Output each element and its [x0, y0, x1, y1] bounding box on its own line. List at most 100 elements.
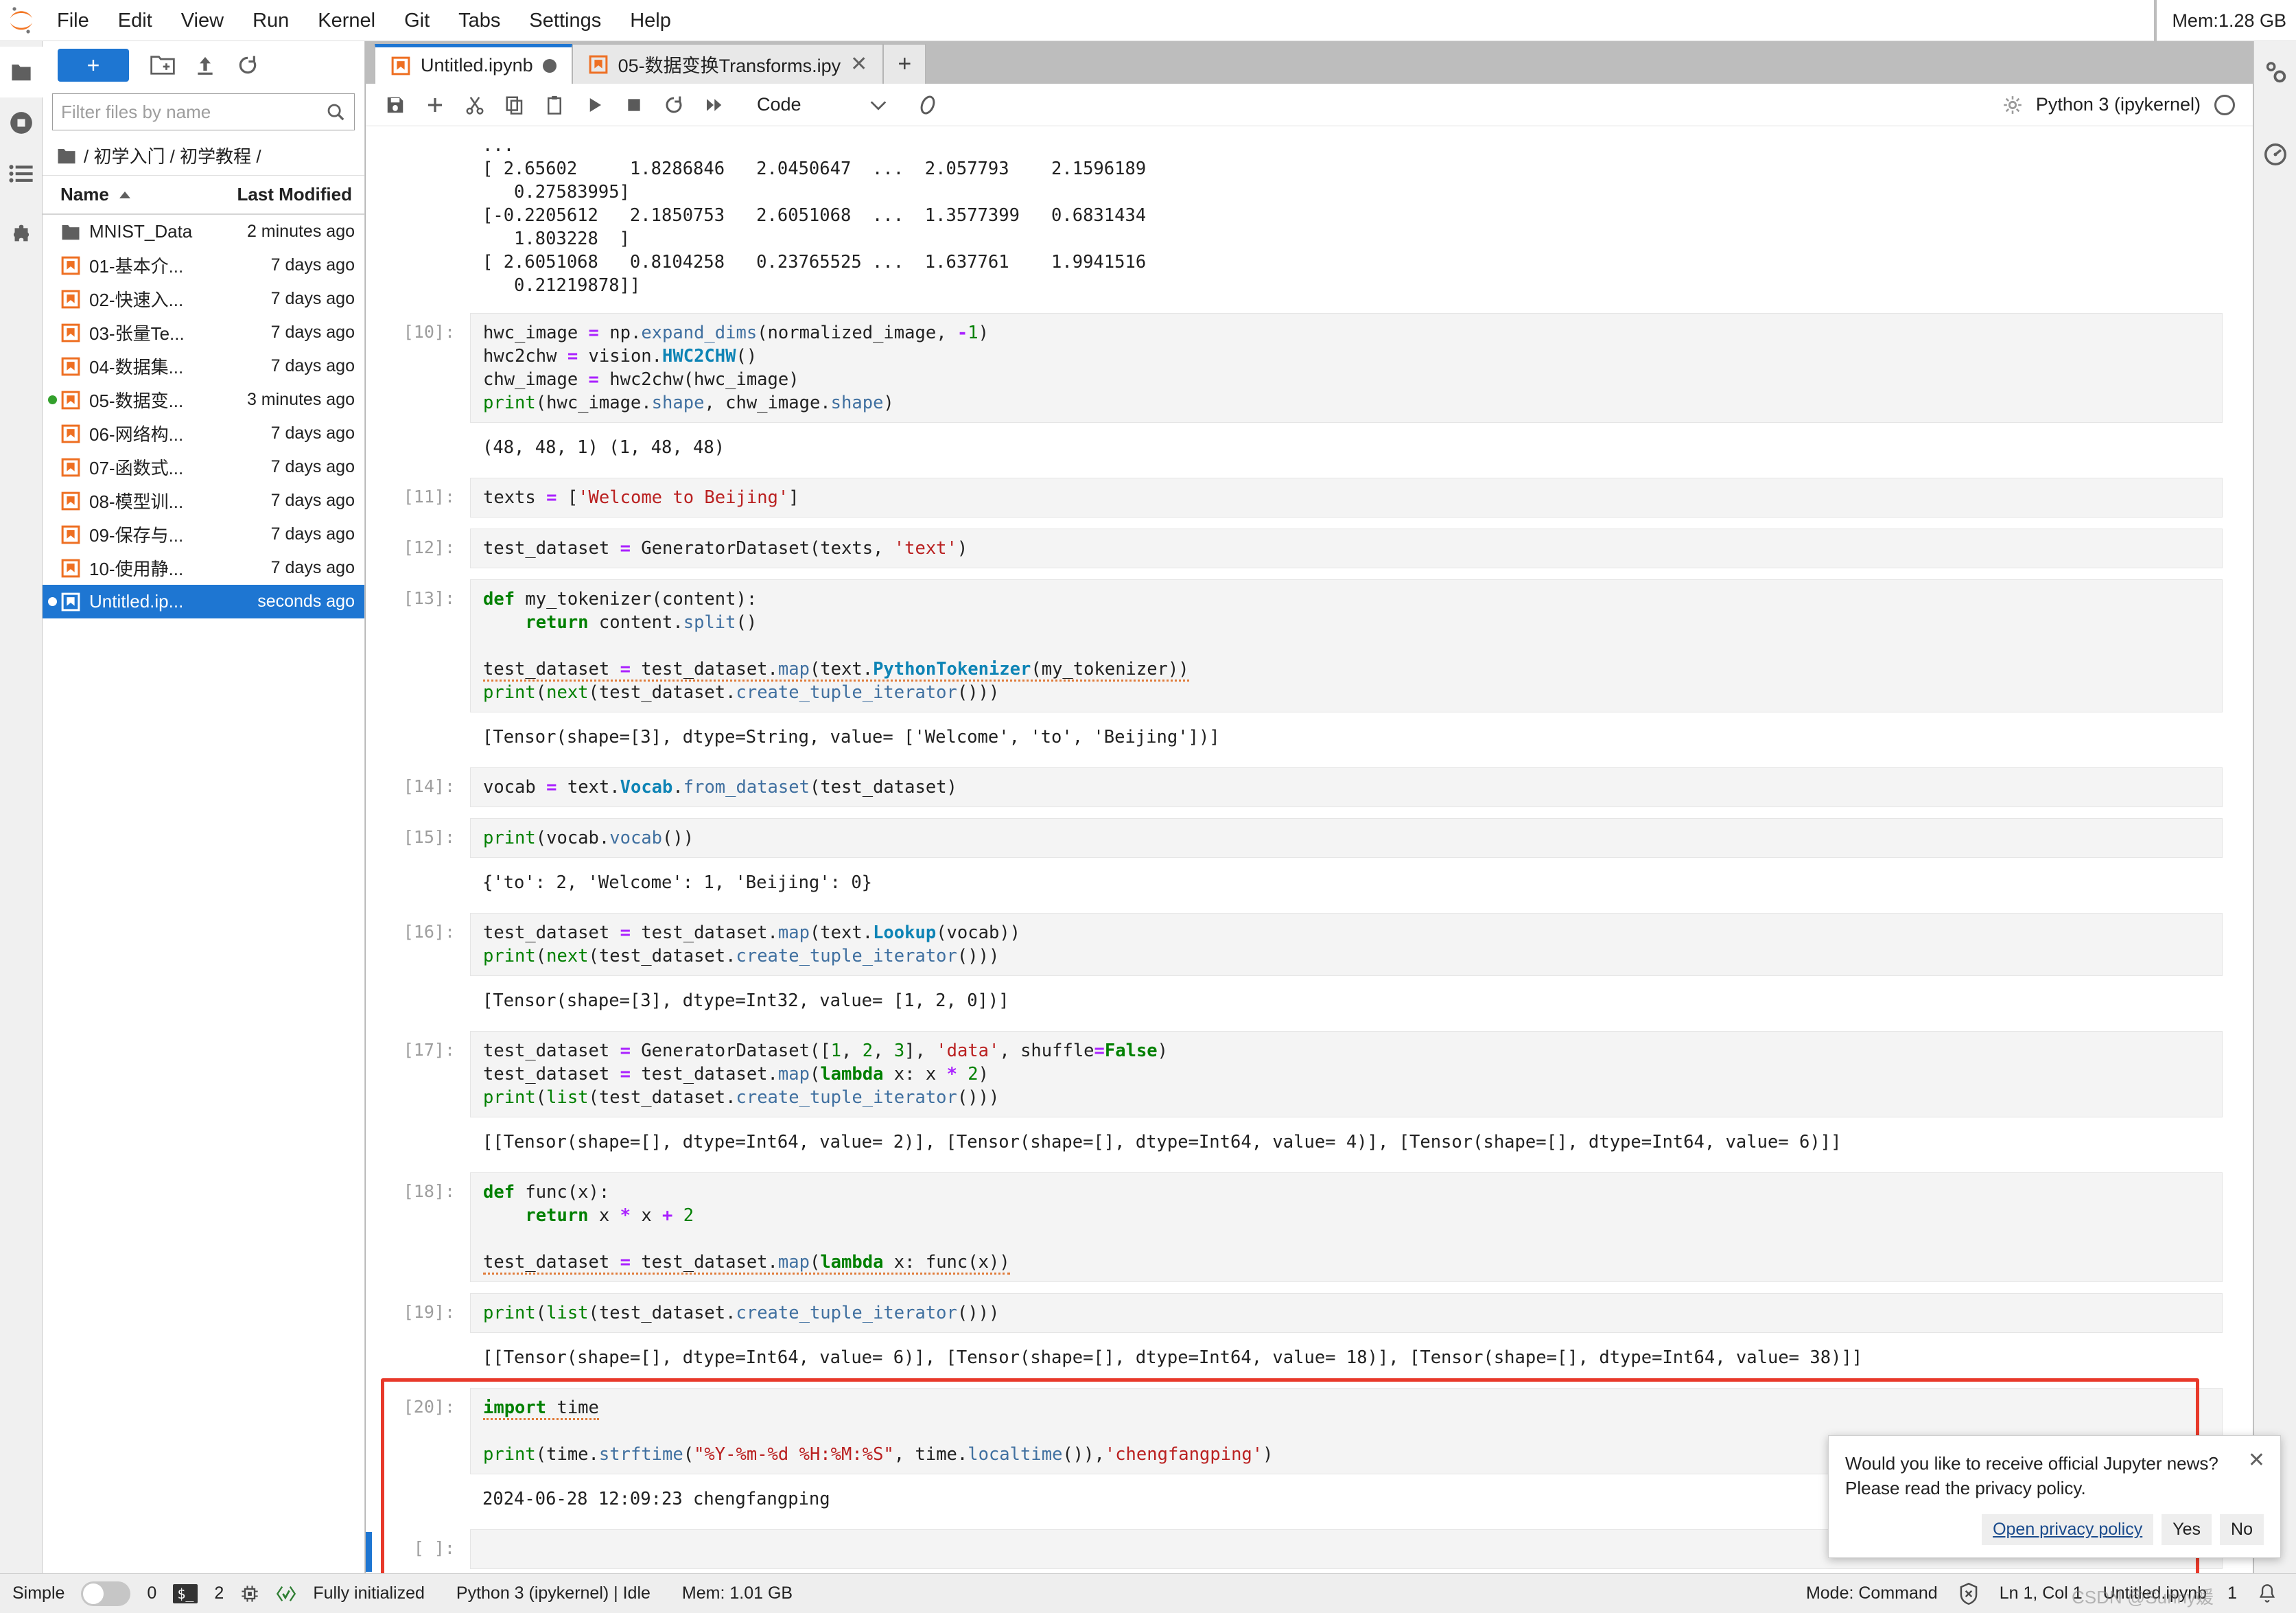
cell-input-row[interactable]: [17]: test_dataset = GeneratorDataset([1,…: [366, 1031, 2253, 1117]
restart-kernel-icon[interactable]: [654, 85, 694, 125]
file-list-item[interactable]: 05-数据变... 3 minutes ago: [43, 383, 364, 417]
search-input[interactable]: [61, 101, 325, 123]
cell-source[interactable]: texts = ['Welcome to Beijing']: [483, 486, 2210, 509]
cell-input-row[interactable]: [19]: print(list(test_dataset.create_tupl…: [366, 1293, 2253, 1333]
cell-source[interactable]: hwc_image = np.expand_dims(normalized_im…: [483, 321, 2210, 415]
mindspore-icon[interactable]: [908, 85, 948, 125]
column-header-last-modified[interactable]: Last Modified: [237, 184, 352, 205]
cell-input-row[interactable]: [10]: hwc_image = np.expand_dims(normaliz…: [366, 313, 2253, 423]
file-list-item[interactable]: 02-快速入... 7 days ago: [43, 282, 364, 316]
file-list-item[interactable]: 06-网络构... 7 days ago: [43, 417, 364, 450]
sidebar-item-file-browser[interactable]: [0, 47, 43, 97]
cell-input-row[interactable]: [13]: def my_tokenizer(content): return c…: [366, 579, 2253, 712]
cell-source[interactable]: test_dataset = GeneratorDataset(texts, '…: [483, 537, 2210, 560]
notebook-cell[interactable]: [13]: def my_tokenizer(content): return c…: [366, 579, 2253, 756]
paste-icon[interactable]: [535, 85, 574, 125]
menu-edit[interactable]: Edit: [104, 0, 167, 41]
filter-files-box[interactable]: [52, 93, 355, 130]
close-icon[interactable]: ✕: [2248, 1448, 2265, 1472]
insert-cell-icon[interactable]: [415, 85, 455, 125]
notebook-cell[interactable]: [19]: print(list(test_dataset.create_tupl…: [366, 1293, 2253, 1377]
cell-editor[interactable]: vocab = text.Vocab.from_dataset(test_dat…: [470, 767, 2223, 807]
file-list-item[interactable]: 08-模型训... 7 days ago: [43, 484, 364, 518]
terminals-count[interactable]: 0: [147, 1583, 156, 1603]
menu-kernel[interactable]: Kernel: [303, 0, 390, 41]
cell-input-row[interactable]: [11]: texts = ['Welcome to Beijing']: [366, 478, 2253, 518]
cell-input-row[interactable]: [12]: test_dataset = GeneratorDataset(tex…: [366, 529, 2253, 568]
notebook-cell[interactable]: [12]: test_dataset = GeneratorDataset(tex…: [366, 529, 2253, 568]
notebook-cell[interactable]: [17]: test_dataset = GeneratorDataset([1,…: [366, 1031, 2253, 1161]
menu-tabs[interactable]: Tabs: [444, 0, 515, 41]
upload-icon[interactable]: [184, 49, 226, 82]
file-list-item[interactable]: 09-保存与... 7 days ago: [43, 518, 364, 551]
notebook-cell[interactable]: [14]: vocab = text.Vocab.from_dataset(tes…: [366, 767, 2253, 807]
file-list-item[interactable]: 07-函数式... 7 days ago: [43, 450, 364, 484]
cell-source[interactable]: print(vocab.vocab()): [483, 826, 2210, 850]
copy-icon[interactable]: [495, 85, 535, 125]
cell-editor[interactable]: test_dataset = GeneratorDataset([1, 2, 3…: [470, 1031, 2223, 1117]
no-button[interactable]: No: [2220, 1514, 2264, 1545]
sidebar-item-running[interactable]: [0, 97, 43, 148]
breadcrumb[interactable]: / 初学入门 / 初学教程 /: [43, 137, 364, 176]
open-privacy-policy-button[interactable]: Open privacy policy: [1982, 1514, 2154, 1545]
new-launcher-button[interactable]: +: [58, 49, 129, 82]
refresh-icon[interactable]: [226, 49, 269, 82]
close-icon[interactable]: ✕: [850, 54, 867, 75]
menu-file[interactable]: File: [43, 0, 104, 41]
cell-input-row[interactable]: [18]: def func(x): return x * x + 2 test_…: [366, 1172, 2253, 1282]
cell-editor[interactable]: print(vocab.vocab()): [470, 818, 2223, 858]
simple-mode-toggle[interactable]: [81, 1581, 131, 1606]
gear-icon[interactable]: [2003, 95, 2022, 115]
file-list-item[interactable]: 10-使用静... 7 days ago: [43, 551, 364, 585]
cell-source[interactable]: print(list(test_dataset.create_tuple_ite…: [483, 1301, 2210, 1325]
kernel-chip-icon[interactable]: [240, 1584, 259, 1603]
restart-and-run-all-icon[interactable]: [694, 85, 734, 125]
cell-input-row[interactable]: [15]: print(vocab.vocab()): [366, 818, 2253, 858]
file-list-item[interactable]: 03-张量Te... 7 days ago: [43, 316, 364, 349]
cut-icon[interactable]: [455, 85, 495, 125]
cell-editor[interactable]: test_dataset = GeneratorDataset(texts, '…: [470, 529, 2223, 568]
kernels-count[interactable]: 2: [214, 1583, 224, 1603]
menu-settings[interactable]: Settings: [515, 0, 616, 41]
notebook-cell[interactable]: [10]: hwc_image = np.expand_dims(normaliz…: [366, 313, 2253, 467]
menu-view[interactable]: View: [167, 0, 238, 41]
cell-type-dropdown[interactable]: Code: [750, 89, 894, 121]
file-list-item[interactable]: MNIST_Data 2 minutes ago: [43, 215, 364, 248]
yes-button[interactable]: Yes: [2162, 1514, 2212, 1545]
tab-untitled-ipynb[interactable]: Untitled.ipynb: [375, 44, 572, 84]
cell-editor[interactable]: texts = ['Welcome to Beijing']: [470, 478, 2223, 518]
unsaved-indicator-icon[interactable]: [542, 58, 557, 73]
cell-editor[interactable]: hwc_image = np.expand_dims(normalized_im…: [470, 313, 2223, 423]
terminal-icon[interactable]: $_: [173, 1583, 198, 1603]
cell-editor[interactable]: print(list(test_dataset.create_tuple_ite…: [470, 1293, 2223, 1333]
shield-disabled-icon[interactable]: [1958, 1582, 1979, 1605]
save-icon[interactable]: [375, 85, 415, 125]
add-tab-button[interactable]: +: [883, 44, 926, 84]
cell-editor[interactable]: def my_tokenizer(content): return conten…: [470, 579, 2223, 712]
tab-05-transforms[interactable]: 05-数据变换Transforms.ipy ✕: [572, 44, 884, 84]
notification-count[interactable]: 1: [2227, 1583, 2237, 1603]
kernel-info-status[interactable]: Python 3 (ipykernel) | Idle: [456, 1583, 651, 1603]
cell-editor[interactable]: def func(x): return x * x + 2 test_datas…: [470, 1172, 2223, 1282]
sidebar-item-extensions[interactable]: [0, 211, 43, 262]
kernel-status-icon[interactable]: [2214, 94, 2235, 115]
stop-icon[interactable]: [614, 85, 654, 125]
sidebar-item-toc[interactable]: [0, 148, 43, 199]
cell-source[interactable]: def func(x): return x * x + 2 test_datas…: [483, 1181, 2210, 1275]
bell-icon[interactable]: [2258, 1583, 2277, 1604]
file-list-item[interactable]: 04-数据集... 7 days ago: [43, 349, 364, 383]
cell-editor[interactable]: test_dataset = test_dataset.map(text.Loo…: [470, 913, 2223, 976]
menu-help[interactable]: Help: [616, 0, 686, 41]
notebook-cell[interactable]: [18]: def func(x): return x * x + 2 test_…: [366, 1172, 2253, 1282]
new-folder-icon[interactable]: [141, 49, 184, 82]
kernel-name-label[interactable]: Python 3 (ipykernel): [2036, 94, 2201, 115]
cell-source[interactable]: test_dataset = GeneratorDataset([1, 2, 3…: [483, 1039, 2210, 1109]
cell-input-row[interactable]: [14]: vocab = text.Vocab.from_dataset(tes…: [366, 767, 2253, 807]
cell-source[interactable]: def my_tokenizer(content): return conten…: [483, 588, 2210, 704]
file-list-item[interactable]: 01-基本介... 7 days ago: [43, 248, 364, 282]
sidebar-item-debugger[interactable]: [2254, 129, 2296, 180]
notebook-cells-container[interactable]: ... [ 2.65602 1.8286846 2.0450647 ... 2.…: [366, 126, 2253, 1573]
menu-run[interactable]: Run: [238, 0, 303, 41]
run-icon[interactable]: [574, 85, 614, 125]
cell-source[interactable]: vocab = text.Vocab.from_dataset(test_dat…: [483, 776, 2210, 799]
